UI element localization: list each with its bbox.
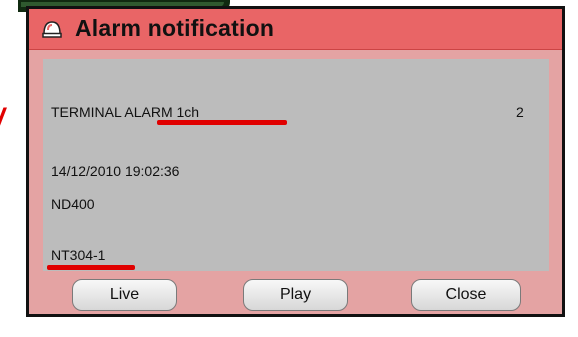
alarm-details-panel: TERMINAL ALARM 1ch 2 14/12/2010 19:02:36…	[43, 59, 549, 271]
terminal-alarm-label: TERMINAL ALARM 1ch	[51, 104, 200, 120]
play-button[interactable]: Play	[243, 279, 348, 311]
annotation-underline-alarm	[157, 120, 287, 125]
annotation-mark: /	[0, 100, 16, 140]
alarm-count: 2	[516, 104, 524, 120]
close-button[interactable]: Close	[411, 279, 521, 311]
device-name: ND400	[51, 196, 95, 212]
alarm-datetime: 14/12/2010 19:02:36	[51, 163, 180, 179]
alarm-dialog: Alarm notification TERMINAL ALARM 1ch 2 …	[26, 6, 565, 317]
live-button[interactable]: Live	[72, 279, 177, 311]
title-bar[interactable]: Alarm notification	[29, 9, 562, 50]
alarm-bell-icon	[42, 21, 62, 38]
camera-name: NT304-1	[51, 247, 106, 263]
annotation-underline-camera	[47, 265, 135, 270]
dialog-title: Alarm notification	[75, 15, 275, 41]
